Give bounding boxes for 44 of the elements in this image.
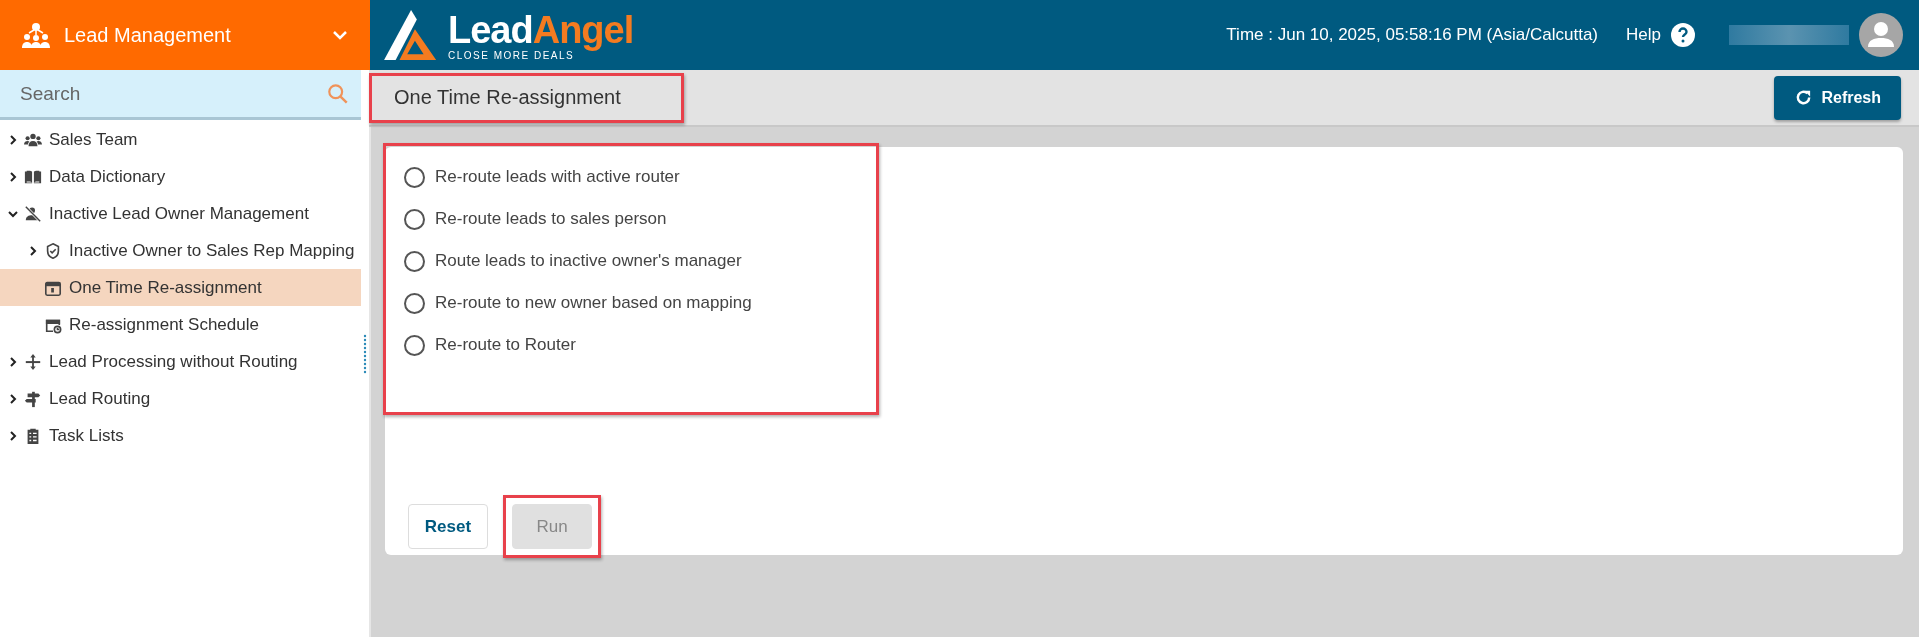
radio-option[interactable]: Re-route to new owner based on mapping [404,282,858,324]
signpost-icon [24,389,42,408]
action-button[interactable]: Reset [408,504,488,549]
chevron-icon [8,134,18,145]
search-field[interactable]: Search [0,70,363,120]
tree-item[interactable]: Lead Processing without Routing [0,343,363,380]
chevron-icon [8,171,18,182]
chevron-icon [28,245,38,256]
radio-button[interactable] [404,334,425,356]
tree-item[interactable]: Re-assignment Schedule [0,306,363,343]
radio-option[interactable]: Re-route leads with active router [404,156,858,198]
split-icon [24,352,42,371]
resize-handle-icon[interactable] [363,333,367,374]
avatar-icon[interactable] [1859,13,1903,57]
tree-item[interactable]: Lead Routing [0,380,363,417]
chevron-icon [8,393,18,404]
logo-wordmark: LeadAngel [448,8,634,51]
radio-button[interactable] [404,208,425,230]
help-icon[interactable] [1671,23,1695,47]
chevron-icon [8,430,18,441]
tree-item[interactable]: Data Dictionary [0,158,363,195]
radio-option[interactable]: Route leads to inactive owner's manager [404,240,858,282]
badge-icon [44,241,62,260]
radio-option[interactable]: Re-route leads to sales person [404,198,858,240]
tree-item[interactable]: Sales Team [0,121,363,158]
tree-item[interactable]: Inactive Owner to Sales Rep Mapping [0,232,363,269]
logo-tagline: CLOSE MORE DEALS [448,49,575,61]
tree-item[interactable]: Inactive Lead Owner Management [0,195,363,232]
help-link[interactable]: Help [1626,25,1661,45]
refresh-button[interactable]: Refresh [1774,75,1901,120]
tree-item[interactable]: One Time Re-assignment [0,269,363,306]
chevron-icon [8,356,18,367]
radio-button[interactable] [404,166,425,188]
tree-item[interactable]: Task Lists [0,417,363,454]
chevron-down-icon [332,30,348,40]
radio-button[interactable] [404,250,425,272]
current-time: Time : Jun 10, 2025, 05:58:16 PM (Asia/Calcutta) [1226,25,1599,45]
person-off-icon [24,204,42,223]
search-input[interactable]: Search [18,70,327,117]
radio-button[interactable] [404,292,425,314]
team-network-icon [22,21,50,49]
radio-option[interactable]: Re-route to Router [404,324,858,366]
chevron-icon [8,208,18,219]
page-title: One Time Re-assignment [369,72,684,123]
